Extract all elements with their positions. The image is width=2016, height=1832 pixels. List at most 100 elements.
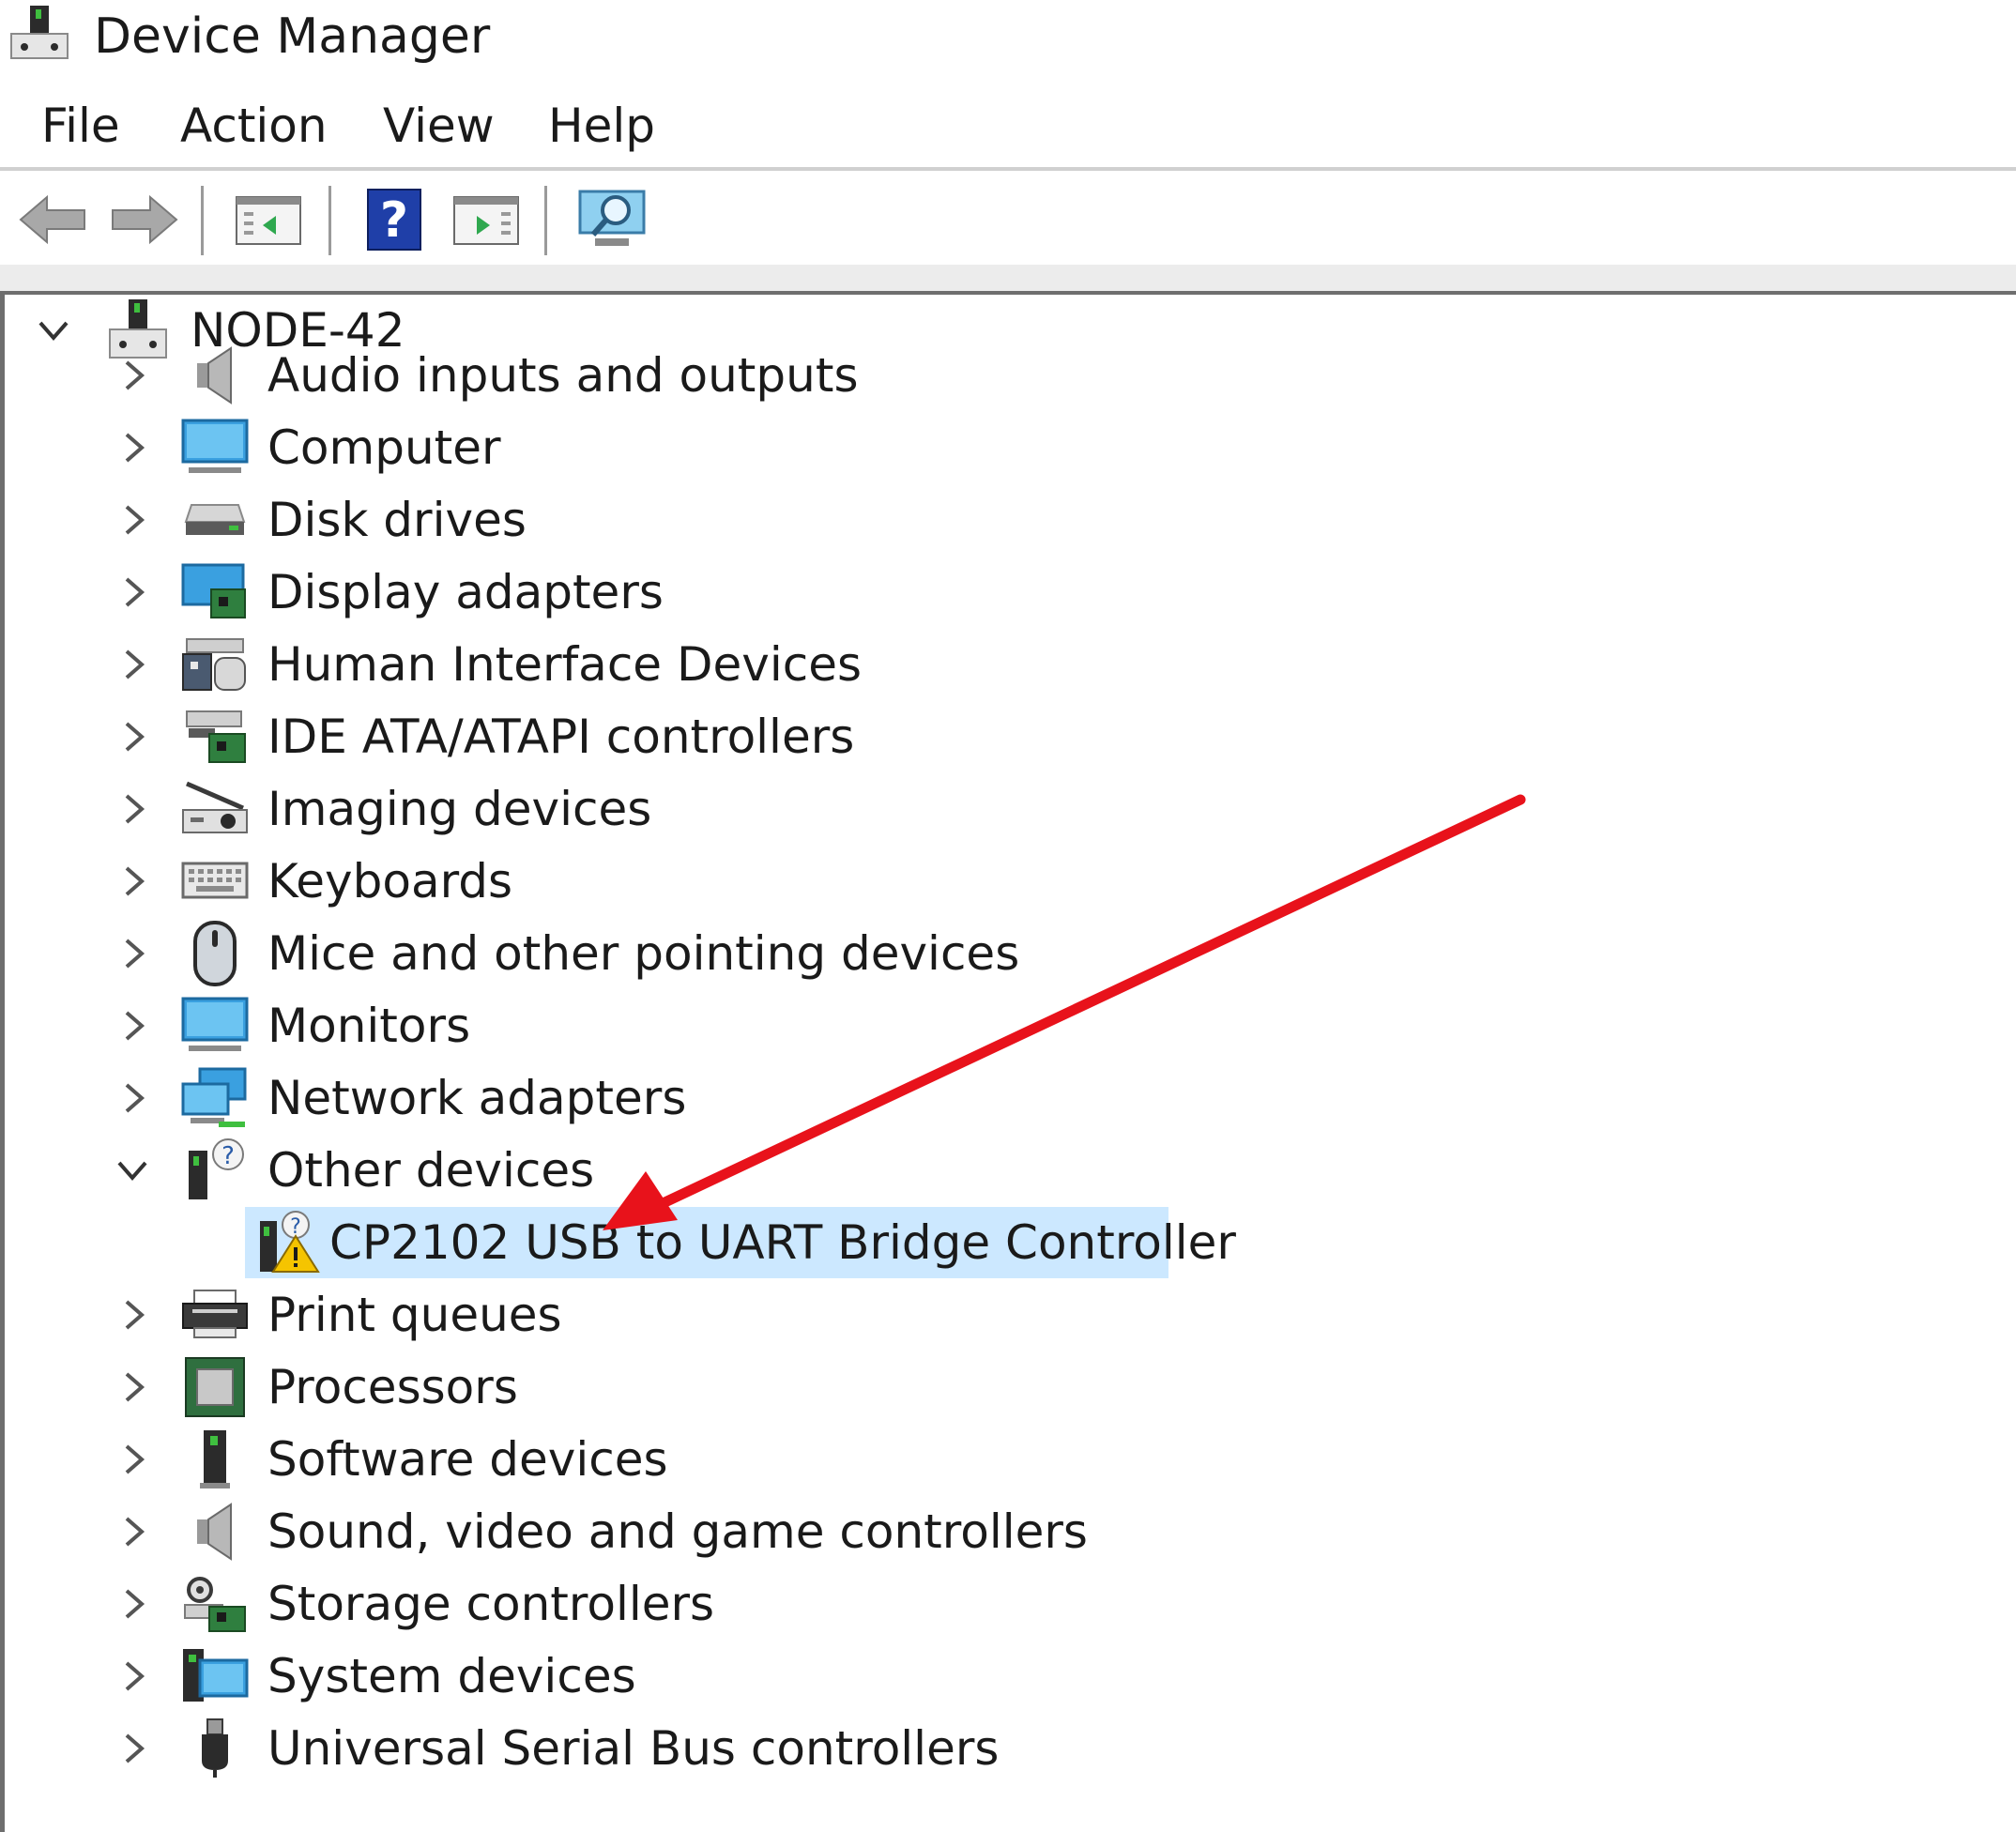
chevron-right-icon[interactable]: [112, 1294, 153, 1336]
tree-item-other-devices[interactable]: ? Other devices: [112, 1135, 594, 1206]
device-tree: NODE-42 Audio inputs and outputs Compute…: [0, 295, 2016, 1832]
tree-item-imaging[interactable]: Imaging devices: [112, 773, 651, 845]
tree-item-audio[interactable]: Audio inputs and outputs: [112, 340, 859, 411]
tree-item-network[interactable]: Network adapters: [112, 1062, 686, 1134]
scan-hardware-icon[interactable]: [574, 182, 649, 257]
tree-item-storage-controllers[interactable]: Storage controllers: [112, 1568, 714, 1640]
disk-drive-icon: [179, 486, 251, 554]
tree-item-label: Audio inputs and outputs: [267, 348, 859, 403]
network-adapter-icon: [179, 1064, 251, 1132]
tree-item-usb-controllers[interactable]: Universal Serial Bus controllers: [112, 1713, 999, 1784]
tree-item-computer[interactable]: Computer: [112, 412, 501, 483]
chevron-right-icon[interactable]: [112, 572, 153, 613]
help-icon[interactable]: ?: [357, 182, 432, 257]
toolbar-band: [0, 265, 2016, 291]
chevron-right-icon[interactable]: [112, 427, 153, 468]
tree-item-hid[interactable]: Human Interface Devices: [112, 629, 862, 700]
svg-text:?: ?: [380, 192, 408, 249]
tree-item-label: Keyboards: [267, 854, 513, 908]
back-arrow-icon[interactable]: [15, 182, 90, 257]
hid-icon: [179, 631, 251, 698]
tree-item-cp2102[interactable]: ? CP2102 USB to UART Bridge Controller: [245, 1207, 1236, 1278]
tree-item-disk-drives[interactable]: Disk drives: [112, 484, 527, 556]
usb-icon: [179, 1715, 251, 1782]
chevron-right-icon[interactable]: [112, 499, 153, 541]
menu-help[interactable]: Help: [544, 92, 659, 160]
chevron-right-icon[interactable]: [112, 1656, 153, 1697]
processor-icon: [179, 1353, 251, 1421]
speaker-icon: [179, 342, 251, 409]
tree-item-label: Universal Serial Bus controllers: [267, 1721, 1000, 1776]
monitor-icon: [179, 992, 251, 1060]
tree-item-software-devices[interactable]: Software devices: [112, 1424, 668, 1495]
tree-item-label: Disk drives: [267, 493, 527, 547]
speaker-icon: [179, 1498, 251, 1565]
chevron-down-icon[interactable]: [33, 310, 74, 351]
ide-controller-icon: [179, 703, 251, 771]
tree-item-label: Computer: [267, 420, 501, 475]
chevron-right-icon[interactable]: [112, 1005, 153, 1046]
tree-item-display-adapters[interactable]: Display adapters: [112, 557, 664, 628]
forward-arrow-icon[interactable]: [107, 182, 182, 257]
toolbar: ?: [0, 175, 2016, 265]
tree-item-label: Storage controllers: [267, 1577, 715, 1631]
chevron-right-icon[interactable]: [112, 1511, 153, 1552]
scanner-icon: [179, 775, 251, 843]
window-title: Device Manager: [94, 8, 491, 65]
chevron-right-icon[interactable]: [112, 716, 153, 757]
tree-item-print-queues[interactable]: Print queues: [112, 1279, 562, 1351]
tree-item-label: Imaging devices: [267, 782, 652, 836]
system-device-icon: [179, 1642, 251, 1710]
menu-action[interactable]: Action: [176, 92, 331, 160]
display-adapter-icon: [179, 558, 251, 626]
tree-item-mice[interactable]: Mice and other pointing devices: [112, 918, 1019, 989]
chevron-right-icon[interactable]: [112, 1728, 153, 1769]
toolbar-separator: [328, 186, 331, 255]
show-hide-console-tree-icon[interactable]: [231, 182, 306, 257]
tree-item-ide[interactable]: IDE ATA/ATAPI controllers: [112, 701, 854, 772]
keyboard-icon: [179, 847, 251, 915]
chevron-right-icon[interactable]: [112, 355, 153, 396]
warning-device-icon: ?: [254, 1209, 322, 1276]
chevron-right-icon[interactable]: [112, 933, 153, 974]
unknown-device-icon: ?: [179, 1137, 251, 1204]
tree-item-label: Mice and other pointing devices: [267, 926, 1020, 981]
tree-item-label: Sound, video and game controllers: [267, 1504, 1088, 1559]
tree-item-processors[interactable]: Processors: [112, 1351, 518, 1423]
chevron-right-icon[interactable]: [112, 1439, 153, 1480]
tree-item-label: Software devices: [267, 1432, 668, 1487]
svg-text:?: ?: [221, 1142, 235, 1170]
tree-item-monitors[interactable]: Monitors: [112, 990, 470, 1061]
device-manager-icon: [9, 6, 69, 62]
tree-item-system-devices[interactable]: System devices: [112, 1641, 636, 1712]
tree-item-label: Network adapters: [267, 1071, 687, 1125]
tree-item-label: Processors: [267, 1360, 518, 1414]
printer-icon: [179, 1281, 251, 1349]
software-device-icon: [179, 1426, 251, 1493]
tree-item-label: Other devices: [267, 1143, 595, 1198]
chevron-right-icon[interactable]: [112, 1583, 153, 1625]
menu-view[interactable]: View: [379, 92, 498, 160]
properties-icon[interactable]: [449, 182, 524, 257]
tree-item-label: Display adapters: [267, 565, 664, 619]
tree-item-label: Monitors: [267, 999, 471, 1053]
monitor-icon: [179, 414, 251, 481]
tree-item-keyboards[interactable]: Keyboards: [112, 846, 512, 917]
chevron-right-icon[interactable]: [112, 788, 153, 830]
tree-item-label: System devices: [267, 1649, 636, 1703]
toolbar-separator: [544, 186, 547, 255]
tree-item-sound-video[interactable]: Sound, video and game controllers: [112, 1496, 1088, 1567]
chevron-right-icon[interactable]: [112, 861, 153, 902]
title-bar: Device Manager: [0, 0, 2016, 73]
chevron-right-icon[interactable]: [112, 1366, 153, 1408]
chevron-right-icon[interactable]: [112, 1077, 153, 1119]
tree-item-label: Human Interface Devices: [267, 637, 863, 692]
mouse-icon: [179, 920, 251, 987]
menu-bar: File Action View Help: [0, 92, 2016, 160]
tree-item-label: Print queues: [267, 1288, 562, 1342]
menu-file[interactable]: File: [38, 92, 124, 160]
tree-item-label: IDE ATA/ATAPI controllers: [267, 710, 855, 764]
chevron-down-icon[interactable]: [112, 1150, 153, 1191]
storage-controller-icon: [179, 1570, 251, 1638]
chevron-right-icon[interactable]: [112, 644, 153, 685]
